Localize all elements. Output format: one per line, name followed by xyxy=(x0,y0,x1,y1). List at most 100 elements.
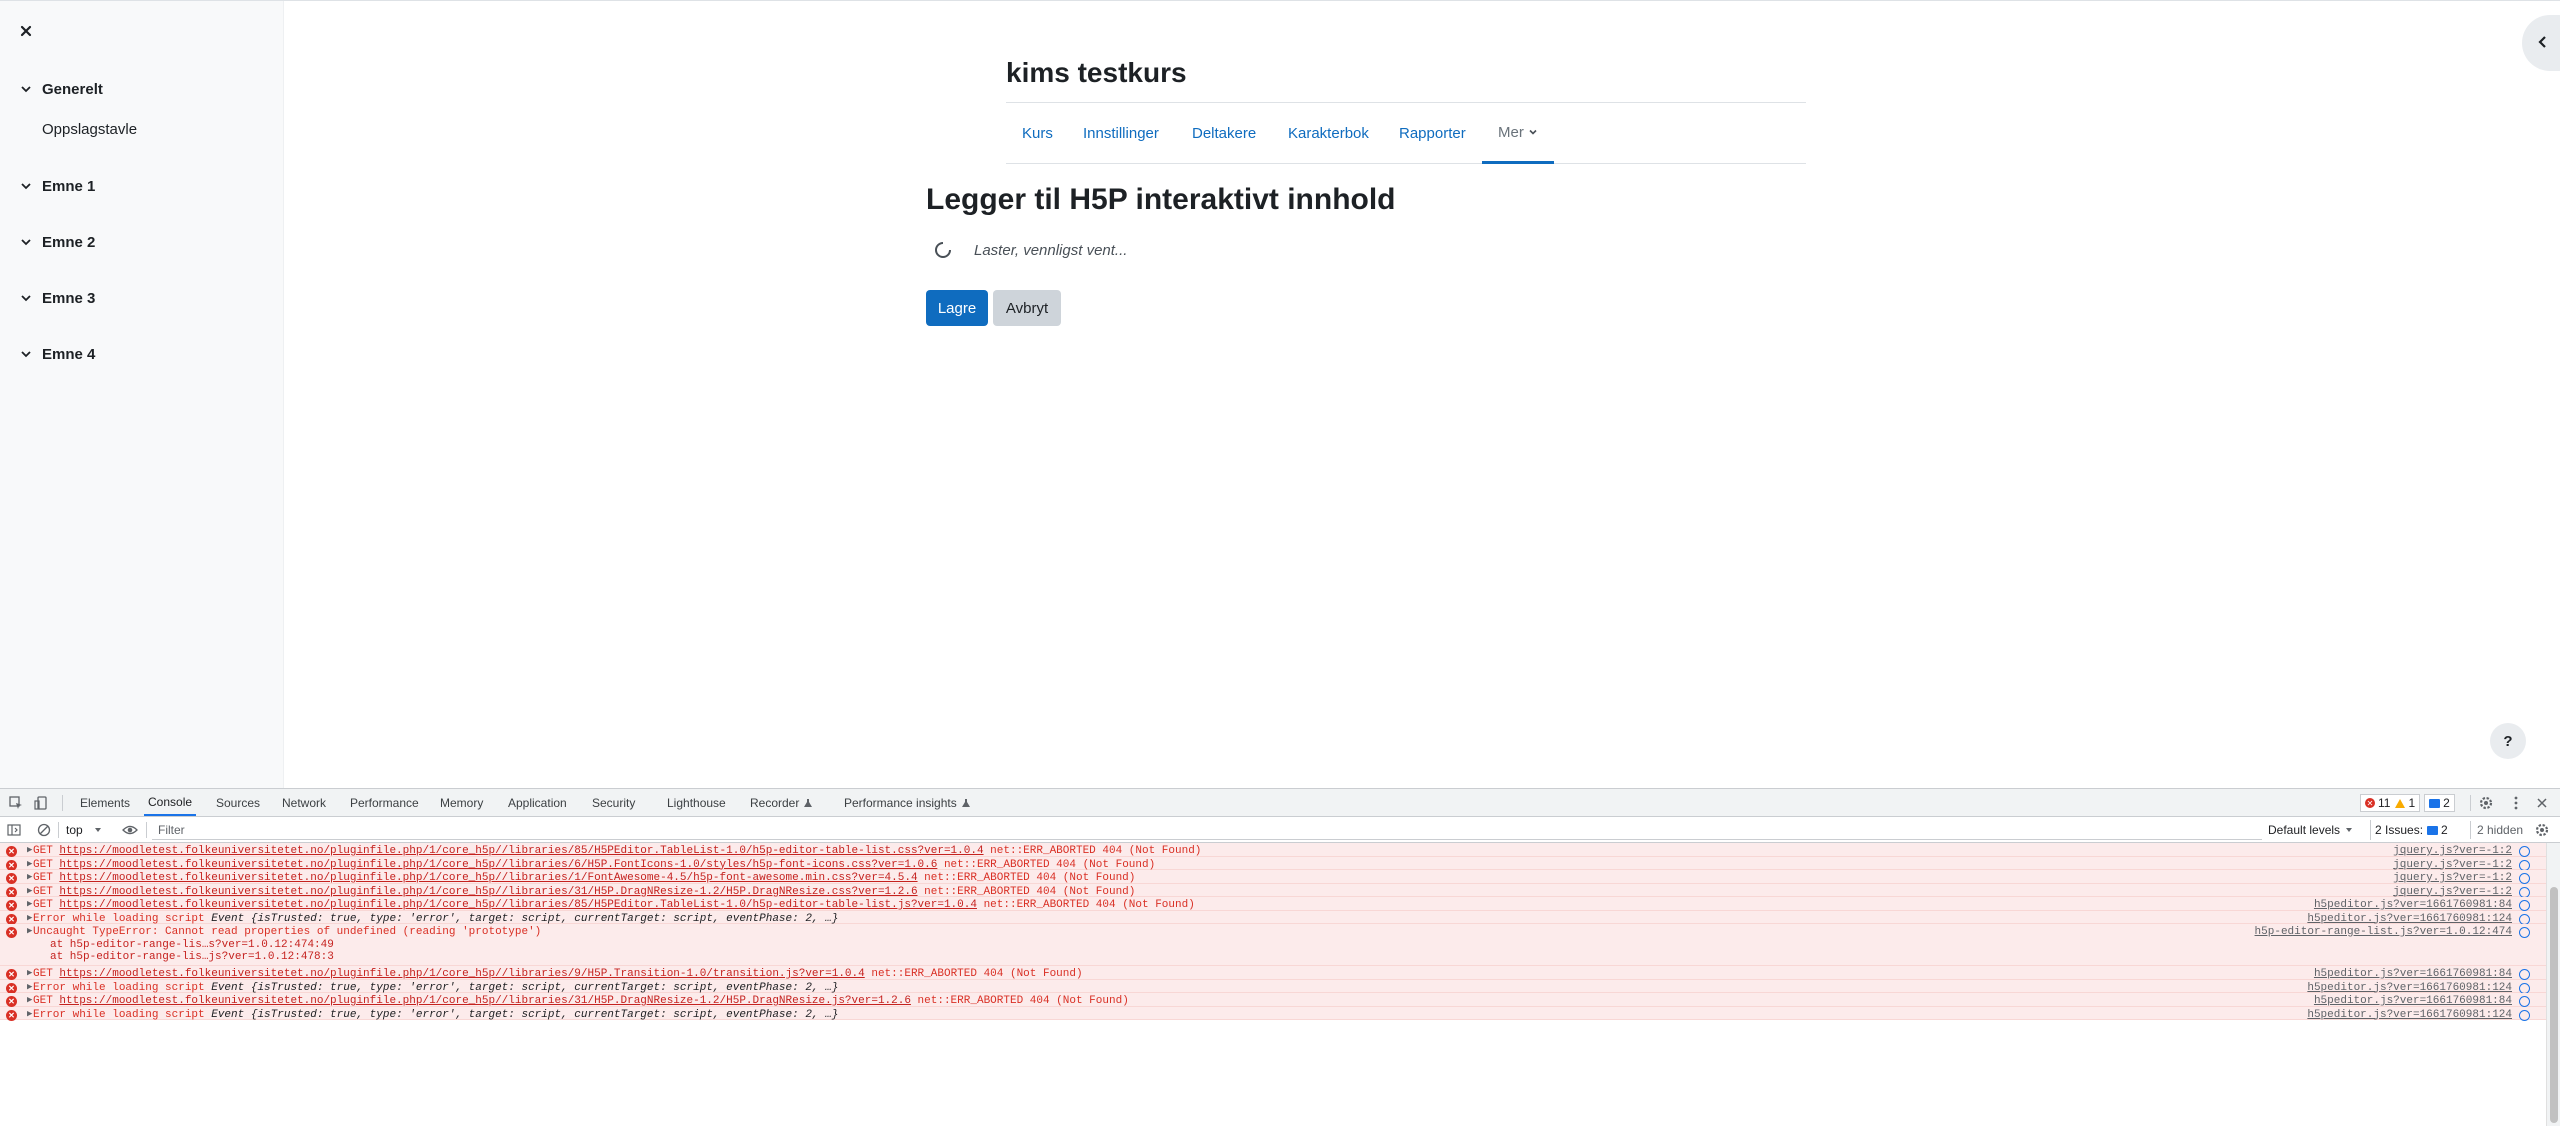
issues-button[interactable]: 2 Issues: 2 xyxy=(2370,820,2452,840)
context-select[interactable]: top xyxy=(66,821,103,839)
request-url-link[interactable]: https://moodletest.folkeuniversitetet.no… xyxy=(59,845,983,857)
device-toolbar-icon[interactable] xyxy=(34,795,50,811)
source-link[interactable]: jquery.js?ver=-1:2 xyxy=(2393,845,2512,857)
console-error-row[interactable]: ✕ ▶ GET https://moodletest.folkeuniversite… xyxy=(0,856,2546,871)
save-button[interactable]: Lagre xyxy=(926,290,988,326)
insight-icon[interactable] xyxy=(2519,969,2530,980)
insight-icon[interactable] xyxy=(2519,886,2530,898)
console-error-row[interactable]: ✕ ▶ Error while loading script Event {isTr… xyxy=(0,1006,2546,1021)
section-generelt[interactable]: Generelt xyxy=(20,78,103,100)
source-link[interactable]: h5peditor.js?ver=1661760981:84 xyxy=(2314,899,2512,911)
tab-elements[interactable]: Elements xyxy=(80,789,130,816)
console-error-row[interactable]: ✕ ▶ Error while loading script Event {isTr… xyxy=(0,979,2546,994)
filter-input[interactable] xyxy=(152,820,2262,840)
tab-recorder[interactable]: Recorder xyxy=(750,789,813,816)
expand-caret-icon[interactable]: ▶ xyxy=(27,859,32,869)
event-object[interactable]: Event {isTrusted: true, type: 'error', t… xyxy=(211,982,838,994)
more-options-icon[interactable] xyxy=(2508,795,2524,811)
source-link[interactable]: h5peditor.js?ver=1661760981:124 xyxy=(2307,982,2512,994)
console-error-row[interactable]: ✕ ▶ GET https://moodletest.folkeuniversite… xyxy=(0,870,2546,884)
source-link[interactable]: jquery.js?ver=-1:2 xyxy=(2393,872,2512,884)
console-error-row[interactable]: ✕ ▶ GET https://moodletest.folkeuniversite… xyxy=(0,883,2546,898)
insight-icon[interactable] xyxy=(2519,873,2530,884)
tab-deltakere[interactable]: Deltakere xyxy=(1192,103,1256,164)
request-url-link[interactable]: https://moodletest.folkeuniversitetet.no… xyxy=(59,995,911,1007)
console-scrollbar[interactable] xyxy=(2546,843,2560,1126)
expand-caret-icon[interactable]: ▶ xyxy=(27,982,32,992)
source-link[interactable]: jquery.js?ver=-1:2 xyxy=(2393,886,2512,898)
insight-icon[interactable] xyxy=(2519,913,2530,925)
close-drawer-button[interactable] xyxy=(18,23,34,39)
help-button[interactable]: ? xyxy=(2490,723,2526,759)
close-icon[interactable] xyxy=(2534,795,2550,811)
insight-icon[interactable] xyxy=(2519,859,2530,871)
source-link[interactable]: h5p-editor-range-list.js?ver=1.0.12:474 xyxy=(2255,926,2512,938)
expand-caret-icon[interactable]: ▶ xyxy=(27,845,32,855)
insight-icon[interactable] xyxy=(2519,996,2530,1007)
event-object[interactable]: Event {isTrusted: true, type: 'error', t… xyxy=(211,913,838,925)
expand-caret-icon[interactable]: ▶ xyxy=(27,913,32,923)
messages-badge[interactable]: 2 xyxy=(2424,794,2455,812)
gear-icon[interactable] xyxy=(2478,795,2494,811)
expand-caret-icon[interactable]: ▶ xyxy=(27,872,32,882)
tab-network[interactable]: Network xyxy=(282,789,326,816)
drawer-item-oppslagstavle[interactable]: Oppslagstavle xyxy=(42,121,137,138)
tab-performance[interactable]: Performance xyxy=(350,789,419,816)
event-object[interactable]: Event {isTrusted: true, type: 'error', t… xyxy=(211,1009,838,1021)
insight-icon[interactable] xyxy=(2519,1009,2530,1021)
stack-trace-line[interactable]: at h5p-editor-range-lis…s?ver=1.0.12:474… xyxy=(50,939,334,951)
gear-icon[interactable] xyxy=(2534,822,2550,838)
insight-icon[interactable] xyxy=(2519,982,2530,994)
console-error-row[interactable]: ✕ ▶ GET https://moodletest.folkeuniversite… xyxy=(0,966,2546,980)
expand-caret-icon[interactable]: ▶ xyxy=(27,926,32,936)
errors-warnings-badge[interactable]: ✕ 11 1 xyxy=(2360,794,2421,812)
insight-icon[interactable] xyxy=(2519,900,2530,911)
tab-performance-insights[interactable]: Performance insights xyxy=(844,789,971,816)
cancel-button[interactable]: Avbryt xyxy=(993,290,1061,326)
tab-mer[interactable]: Mer xyxy=(1482,103,1554,164)
source-link[interactable]: h5peditor.js?ver=1661760981:124 xyxy=(2307,913,2512,925)
tab-lighthouse[interactable]: Lighthouse xyxy=(667,789,726,816)
tab-application[interactable]: Application xyxy=(508,789,567,816)
expand-caret-icon[interactable]: ▶ xyxy=(27,886,32,896)
tab-sources[interactable]: Sources xyxy=(216,789,260,816)
console-error-row[interactable]: ✕ ▶ GET https://moodletest.folkeuniversite… xyxy=(0,993,2546,1007)
tab-console[interactable]: Console xyxy=(144,789,197,816)
clear-console-icon[interactable] xyxy=(36,822,52,838)
request-url-link[interactable]: https://moodletest.folkeuniversitetet.no… xyxy=(59,872,917,884)
tab-memory[interactable]: Memory xyxy=(440,789,483,816)
expand-caret-icon[interactable]: ▶ xyxy=(27,1009,32,1019)
open-block-drawer-button[interactable] xyxy=(2522,15,2560,71)
console-error-row[interactable]: ✕ ▶ Uncaught TypeError: Cannot read proper… xyxy=(0,924,2546,966)
source-link[interactable]: h5peditor.js?ver=1661760981:124 xyxy=(2307,1009,2512,1021)
inspect-icon[interactable] xyxy=(8,795,24,811)
expand-caret-icon[interactable]: ▶ xyxy=(27,995,32,1005)
stack-trace-line[interactable]: at h5p-editor-range-lis…js?ver=1.0.12:47… xyxy=(50,951,334,963)
request-url-link[interactable]: https://moodletest.folkeuniversitetet.no… xyxy=(59,859,937,871)
source-link[interactable]: h5peditor.js?ver=1661760981:84 xyxy=(2314,968,2512,980)
section-emne-4[interactable]: Emne 4 xyxy=(20,343,95,365)
tab-security[interactable]: Security xyxy=(592,789,635,816)
eye-icon[interactable] xyxy=(122,822,138,838)
expand-caret-icon[interactable]: ▶ xyxy=(27,968,32,978)
tab-rapporter[interactable]: Rapporter xyxy=(1399,103,1466,164)
insight-icon[interactable] xyxy=(2519,927,2530,938)
source-link[interactable]: h5peditor.js?ver=1661760981:84 xyxy=(2314,995,2512,1007)
section-emne-2[interactable]: Emne 2 xyxy=(20,231,95,253)
request-url-link[interactable]: https://moodletest.folkeuniversitetet.no… xyxy=(59,899,977,911)
tab-karakterbok[interactable]: Karakterbok xyxy=(1288,103,1369,164)
console-error-row[interactable]: ✕ ▶ GET https://moodletest.folkeuniversite… xyxy=(0,897,2546,911)
tab-kurs[interactable]: Kurs xyxy=(1022,103,1053,164)
section-emne-3[interactable]: Emne 3 xyxy=(20,287,95,309)
source-link[interactable]: jquery.js?ver=-1:2 xyxy=(2393,859,2512,871)
log-levels-select[interactable]: Default levels xyxy=(2268,821,2354,839)
scroll-thumb[interactable] xyxy=(2550,887,2558,1123)
console-error-row[interactable]: ✕ ▶ Error while loading script Event {isTr… xyxy=(0,910,2546,925)
console-error-row[interactable]: ✕ ▶ GET https://moodletest.folkeuniversite… xyxy=(0,843,2546,857)
section-emne-1[interactable]: Emne 1 xyxy=(20,175,95,197)
insight-icon[interactable] xyxy=(2519,846,2530,857)
tab-innstillinger[interactable]: Innstillinger xyxy=(1083,103,1159,164)
request-url-link[interactable]: https://moodletest.folkeuniversitetet.no… xyxy=(59,886,917,898)
request-url-link[interactable]: https://moodletest.folkeuniversitetet.no… xyxy=(59,968,864,980)
sidebar-toggle-icon[interactable] xyxy=(6,822,22,838)
